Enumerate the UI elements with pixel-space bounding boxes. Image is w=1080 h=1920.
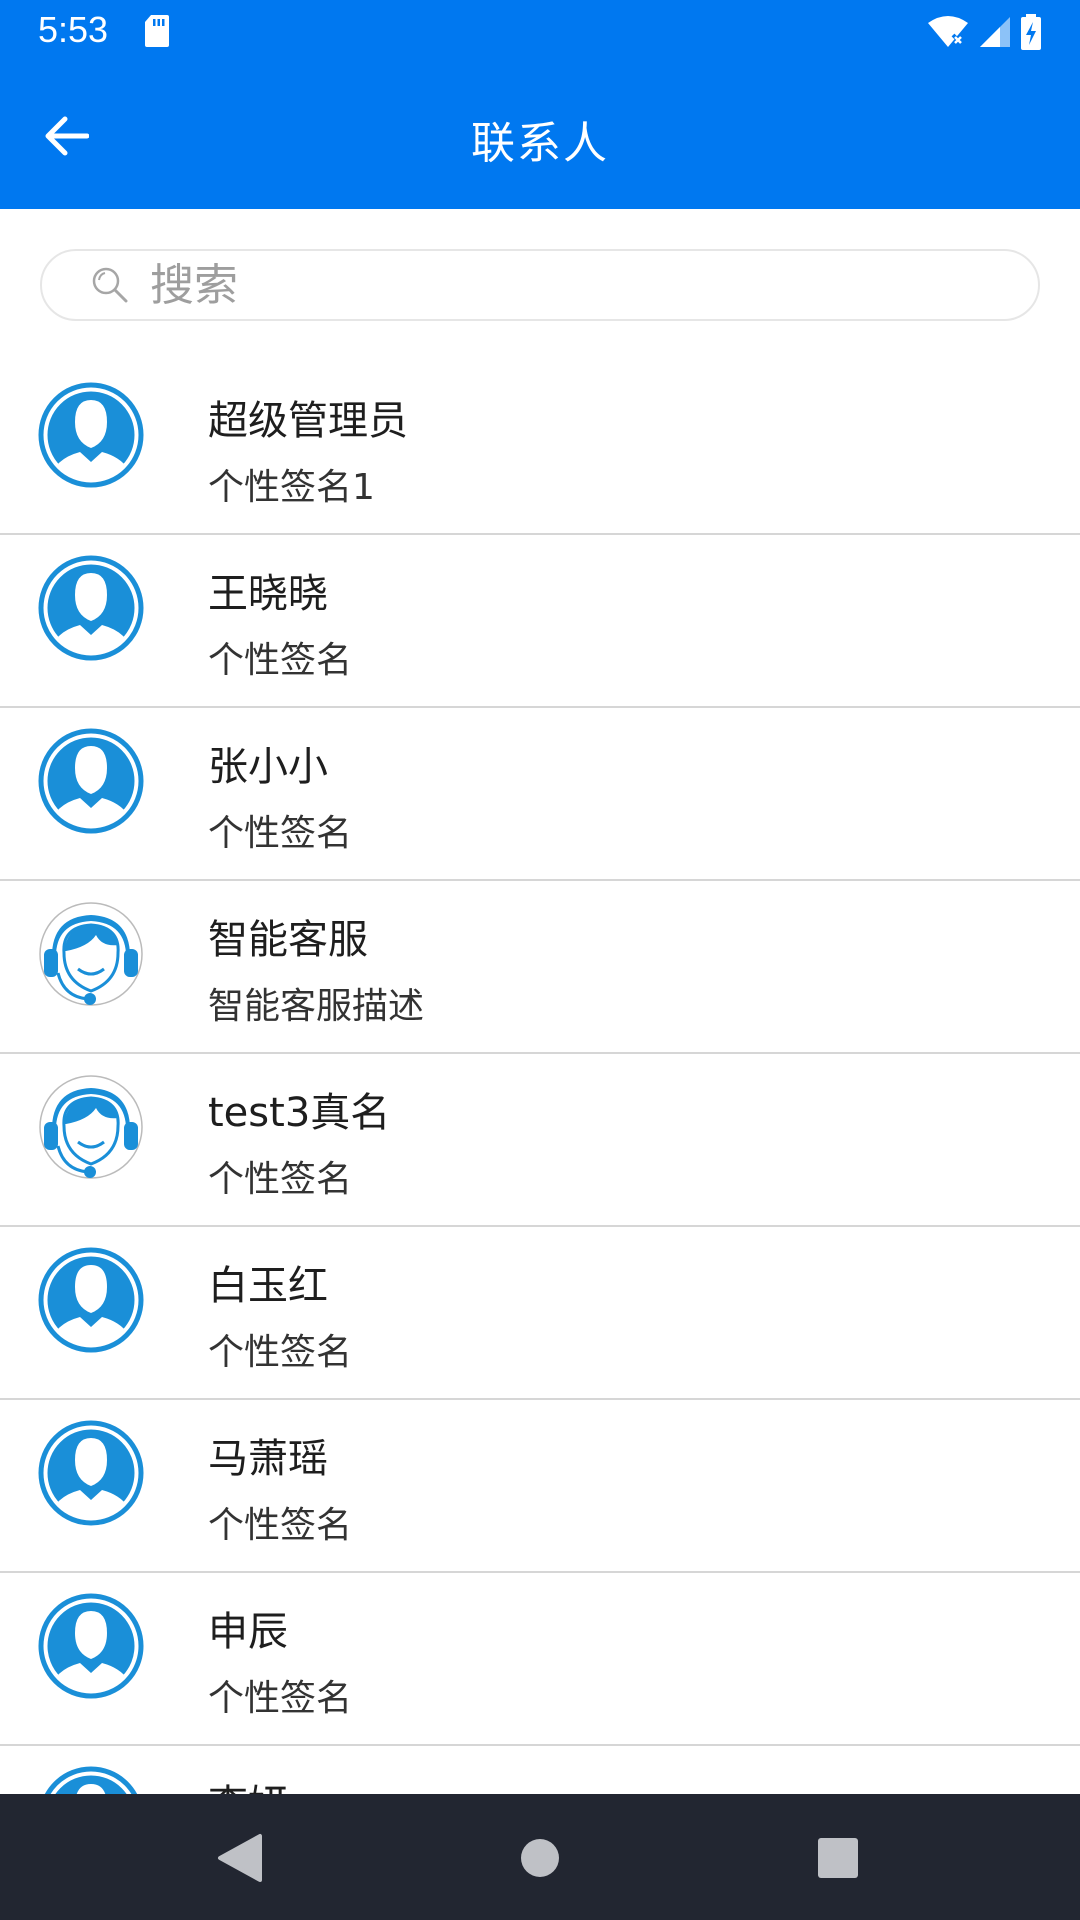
- contact-name: 张小小: [208, 744, 328, 790]
- page-title: 联系人: [471, 118, 609, 169]
- signal-icon: [980, 17, 1010, 47]
- home-circle-icon[interactable]: [514, 1832, 566, 1884]
- contact-name: 白玉红: [208, 1263, 328, 1309]
- contact-row[interactable]: 马萧瑶 个性签名: [0, 1400, 1080, 1573]
- contact-row[interactable]: 智能客服智能客服描述: [0, 881, 1080, 1054]
- status-icons: [926, 12, 1042, 52]
- contact-name: 申辰: [208, 1609, 288, 1655]
- person-avatar-icon: [38, 1247, 144, 1353]
- contact-row[interactable]: 超级管理员个性签名1: [0, 362, 1080, 535]
- person-avatar-icon: [38, 1766, 144, 1794]
- contact-signature: 个性签名1: [208, 467, 375, 508]
- contact-signature: 个性签名: [208, 1678, 353, 1719]
- contact-name: test3真名: [208, 1090, 391, 1136]
- contact-row[interactable]: 李妍: [0, 1746, 1080, 1794]
- search-icon: [92, 267, 128, 303]
- contact-name: 超级管理员: [208, 398, 408, 444]
- contact-name: 王晓晓: [208, 571, 328, 617]
- contact-row[interactable]: test3真名个性签名: [0, 1054, 1080, 1227]
- wifi-icon: [928, 16, 968, 47]
- contact-name: 智能客服: [208, 917, 368, 963]
- person-avatar-icon: [38, 382, 144, 488]
- contact-row[interactable]: 王晓晓 个性签名: [0, 535, 1080, 708]
- contact-row[interactable]: 白玉红 个性签名: [0, 1227, 1080, 1400]
- sd-card-icon: [145, 15, 169, 47]
- contact-row[interactable]: 申辰 个性签名: [0, 1573, 1080, 1746]
- system-nav-bar: [0, 1794, 1080, 1920]
- contact-signature: 个性签名: [208, 1159, 353, 1200]
- battery-charging-icon: [1021, 14, 1041, 50]
- person-avatar-icon: [38, 1420, 144, 1526]
- support-agent-avatar-icon: [38, 901, 144, 1007]
- app-bar: 联系人: [0, 63, 1080, 209]
- person-avatar-icon: [38, 728, 144, 834]
- contact-signature: 个性签名: [208, 813, 353, 854]
- contact-signature: 个性签名: [208, 640, 353, 681]
- search-bar[interactable]: [40, 249, 1040, 321]
- contact-signature: 智能客服描述: [208, 986, 425, 1027]
- search-input[interactable]: [148, 258, 972, 312]
- contact-row[interactable]: 张小小 个性签名: [0, 708, 1080, 881]
- person-avatar-icon: [38, 1593, 144, 1699]
- contact-name: 马萧瑶: [208, 1436, 328, 1482]
- status-bar: 5:53: [0, 0, 1080, 63]
- contact-signature: 个性签名: [208, 1332, 353, 1373]
- back-triangle-icon[interactable]: [214, 1832, 266, 1884]
- status-time: 5:53: [38, 9, 109, 50]
- person-avatar-icon: [38, 555, 144, 661]
- support-agent-avatar-icon: [38, 1074, 144, 1180]
- contact-signature: 个性签名: [208, 1505, 353, 1546]
- contact-list[interactable]: 超级管理员 个性签名1 王晓晓 个性签名 张小小 个性签名 智能客服 智能客服描述 test3真…: [0, 362, 1080, 1794]
- contact-name: 李妍: [208, 1772, 288, 1794]
- recents-square-icon[interactable]: [812, 1832, 864, 1884]
